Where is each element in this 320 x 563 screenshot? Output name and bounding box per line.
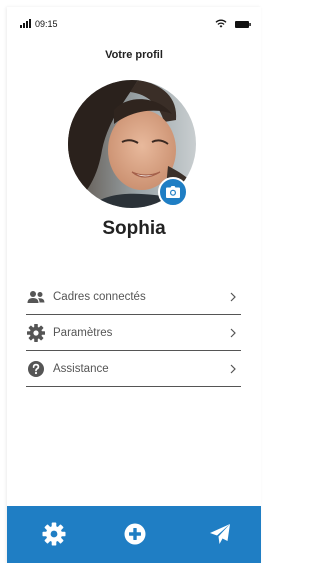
chevron-right-icon [230, 364, 236, 374]
tab-send[interactable] [208, 522, 232, 546]
profile-menu: Cadres connectés Paramètres Assistance [26, 280, 241, 388]
menu-item-settings[interactable]: Paramètres [26, 316, 241, 351]
wifi-icon [215, 19, 227, 28]
tab-add[interactable] [123, 522, 147, 546]
status-time: 09:15 [35, 19, 58, 29]
battery-icon [235, 21, 251, 28]
menu-item-connected-frames[interactable]: Cadres connectés [26, 280, 241, 315]
plus-circle-icon [124, 523, 146, 545]
status-bar: 09:15 [7, 7, 261, 43]
chevron-right-icon [230, 328, 236, 338]
change-photo-button[interactable] [158, 177, 188, 207]
menu-item-label: Cadres connectés [53, 291, 146, 303]
menu-item-assistance[interactable]: Assistance [26, 352, 241, 387]
gear-icon [27, 324, 45, 342]
menu-item-label: Paramètres [53, 327, 113, 339]
phone-screen: 09:15 Votre profil Sophia Cadres connect… [7, 7, 261, 563]
camera-icon [166, 186, 180, 198]
tab-settings[interactable] [42, 522, 66, 546]
users-icon [27, 291, 45, 303]
user-name: Sophia [102, 218, 166, 239]
bottom-tab-bar [7, 506, 261, 563]
paper-plane-icon [210, 524, 230, 544]
page-title: Votre profil [105, 49, 163, 61]
chevron-right-icon [230, 292, 236, 302]
help-circle-icon [28, 361, 44, 377]
cellular-signal-icon [20, 19, 31, 28]
gear-icon [42, 522, 66, 546]
menu-item-label: Assistance [53, 363, 109, 375]
